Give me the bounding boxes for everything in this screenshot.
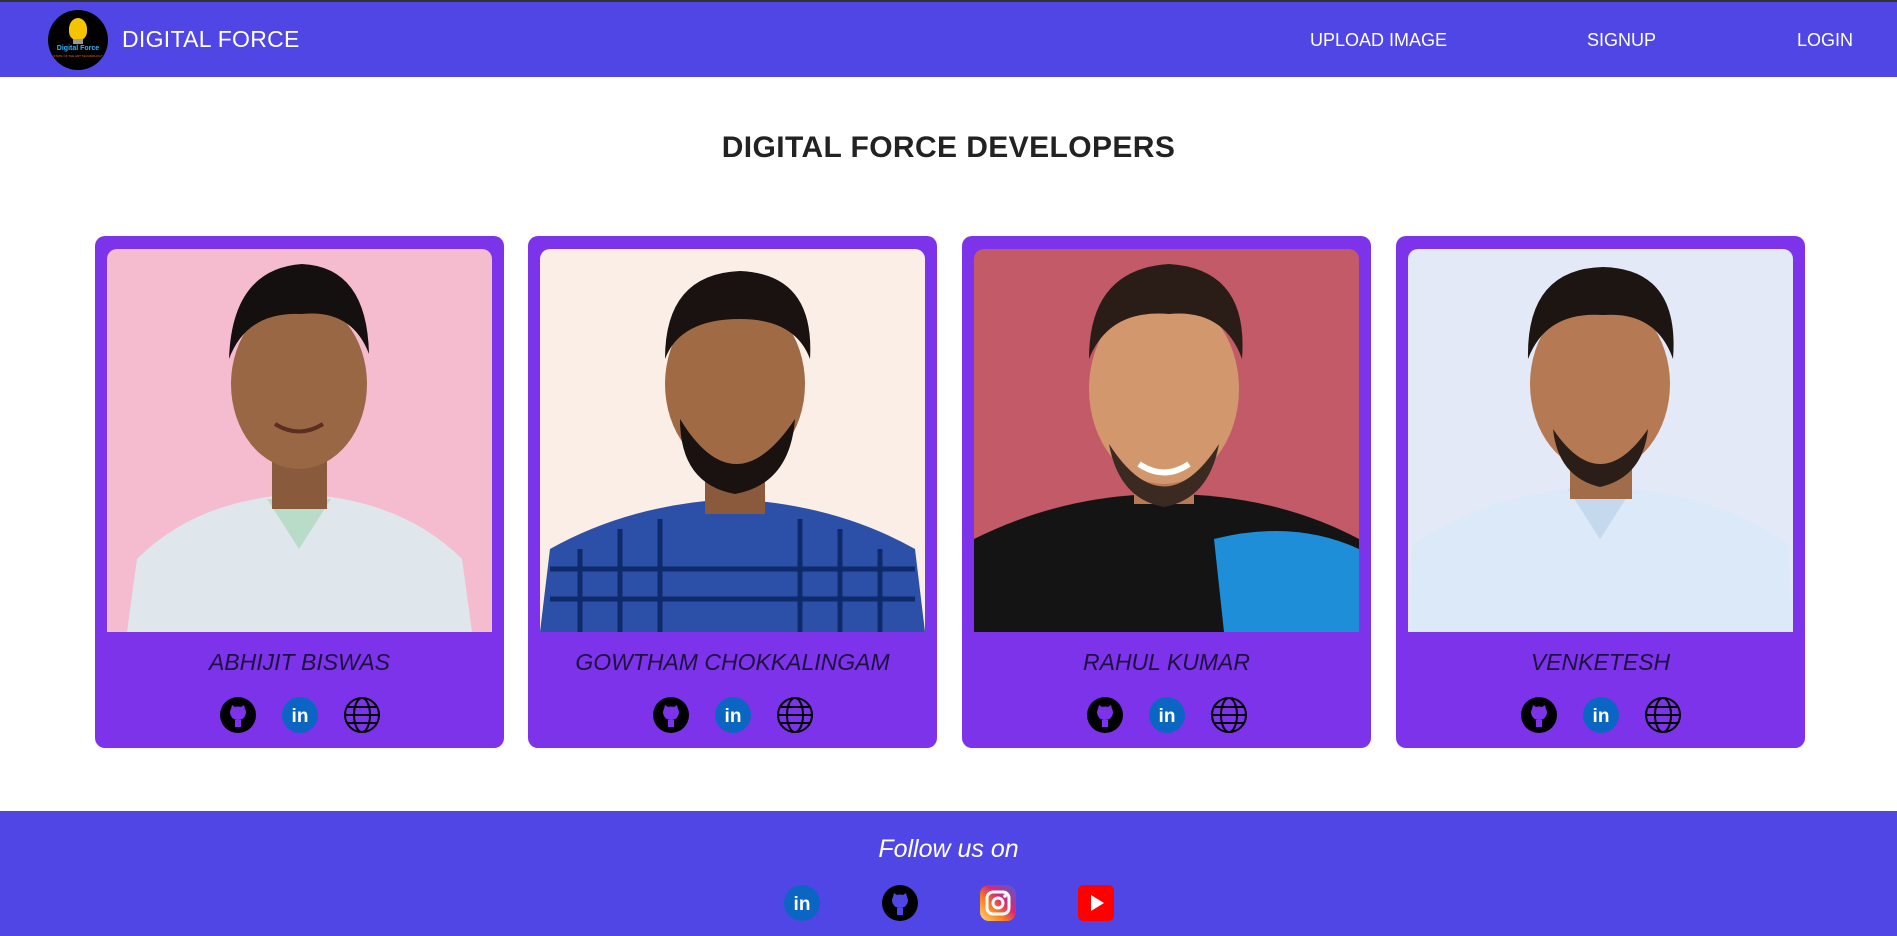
developer-name: GOWTHAM CHOKKALINGAM	[575, 649, 890, 675]
footer-socials: in	[0, 884, 1897, 924]
linkedin-icon[interactable]: in	[1582, 696, 1620, 734]
svg-text:in: in	[1592, 706, 1609, 727]
developer-card: GOWTHAM CHOKKALINGAM in	[528, 236, 937, 748]
svg-text:in: in	[1158, 706, 1175, 727]
linkedin-icon[interactable]: in	[281, 696, 319, 734]
linkedin-icon[interactable]: in	[1148, 696, 1186, 734]
page-title: DIGITAL FORCE DEVELOPERS	[721, 131, 1176, 164]
developer-photo	[107, 249, 492, 632]
developer-card: RAHUL KUMAR in	[962, 236, 1371, 748]
nav-signup[interactable]: SIGNUP	[1587, 30, 1656, 51]
github-icon[interactable]	[652, 696, 690, 734]
footer: Follow us on in	[0, 811, 1897, 936]
developer-photo	[1408, 249, 1793, 632]
globe-icon[interactable]	[1210, 696, 1248, 734]
nav-upload-image[interactable]: UPLOAD IMAGE	[1310, 30, 1447, 51]
developer-photo	[540, 249, 925, 632]
globe-icon[interactable]	[343, 696, 381, 734]
github-icon[interactable]	[881, 884, 919, 922]
developer-name: VENKETESH	[1530, 649, 1671, 675]
svg-text:in: in	[291, 706, 308, 727]
bulb-icon	[69, 17, 87, 40]
brand-name: DIGITAL FORCE	[122, 26, 300, 52]
follow-us-text: Follow us on	[878, 835, 1019, 863]
developer-socials: in	[95, 696, 504, 734]
developer-socials: in	[962, 696, 1371, 734]
instagram-icon[interactable]	[979, 884, 1017, 922]
globe-icon[interactable]	[1644, 696, 1682, 734]
developer-name: ABHIJIT BISWAS	[208, 649, 391, 675]
linkedin-icon[interactable]: in	[783, 884, 821, 922]
developer-socials: in	[1396, 696, 1805, 734]
linkedin-icon[interactable]: in	[714, 696, 752, 734]
logo: Digital Force STATE OF THE ART TECHNOLOG…	[48, 9, 108, 70]
svg-text:in: in	[794, 894, 811, 915]
logo-subtext: STATE OF THE ART TECHNOLOGY	[53, 53, 103, 58]
developer-photo	[974, 249, 1359, 632]
github-icon[interactable]	[219, 696, 257, 734]
globe-icon[interactable]	[776, 696, 814, 734]
svg-text:in: in	[724, 706, 741, 727]
navbar: Digital Force STATE OF THE ART TECHNOLOG…	[0, 0, 1897, 77]
nav-login[interactable]: LOGIN	[1797, 30, 1853, 51]
developer-card: ABHIJIT BISWAS in	[95, 236, 504, 748]
developer-card: VENKETESH in	[1396, 236, 1805, 748]
developer-socials: in	[528, 696, 937, 734]
github-icon[interactable]	[1086, 696, 1124, 734]
developer-name: RAHUL KUMAR	[1083, 649, 1250, 675]
github-icon[interactable]	[1520, 696, 1558, 734]
brand[interactable]: Digital Force STATE OF THE ART TECHNOLOG…	[48, 9, 300, 70]
youtube-icon[interactable]	[1077, 884, 1115, 922]
logo-text: Digital Force	[56, 44, 100, 52]
